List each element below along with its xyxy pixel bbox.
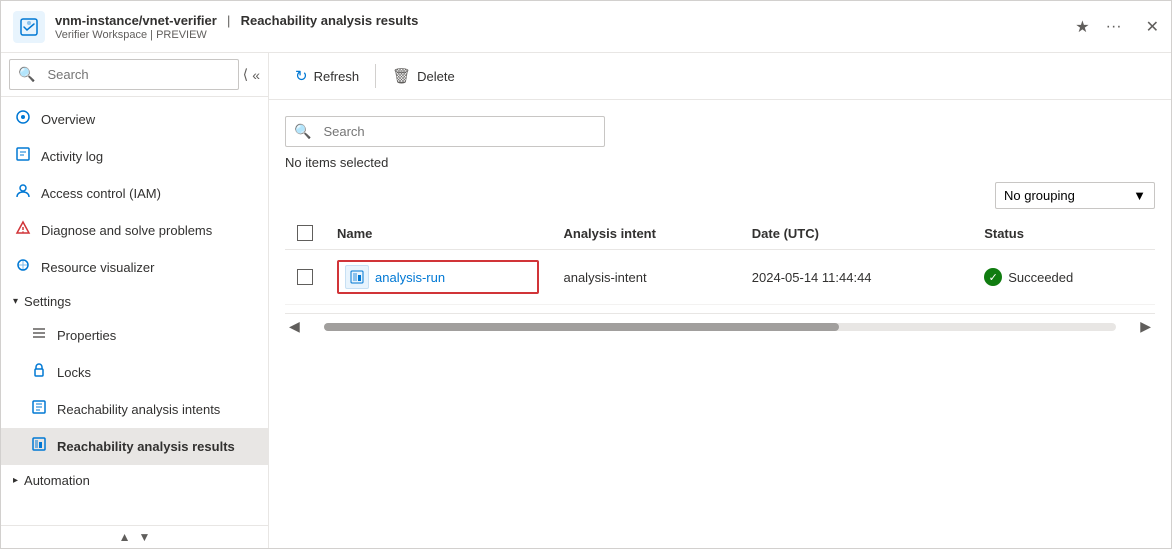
title-subtitle: Verifier Workspace | PREVIEW [55, 29, 418, 41]
app-icon [13, 11, 45, 43]
content-body: 🔍 No items selected No grouping ▼ [269, 100, 1171, 548]
delete-button[interactable]: 🗑 Delete [382, 61, 465, 91]
row-checkbox[interactable] [297, 269, 313, 285]
sidebar-item-properties[interactable]: Properties [1, 317, 268, 354]
toolbar: ↻ Refresh 🗑 Delete [269, 53, 1171, 100]
automation-section-label: Automation [24, 473, 90, 488]
refresh-button[interactable]: ↻ Refresh [285, 61, 369, 91]
close-button[interactable]: ✕ [1146, 17, 1159, 37]
scrollbar-thumb [324, 323, 839, 331]
status-success-icon: ✓ [984, 268, 1002, 286]
toolbar-separator [375, 64, 376, 88]
no-items-selected-text: No items selected [285, 155, 1155, 170]
sidebar-item-reachability-intents[interactable]: Reachability analysis intents [1, 391, 268, 428]
horizontal-scrollbar: ◀ ▶ [285, 313, 1155, 339]
settings-section-header[interactable]: ▾ Settings [1, 286, 268, 317]
settings-section-label: Settings [24, 294, 71, 309]
sidebar-search-icon: 🔍 [10, 60, 43, 89]
table-header-row: Name Analysis intent Date (UTC) Status [285, 217, 1155, 250]
settings-chevron-icon: ▾ [13, 296, 18, 307]
sidebar-item-diagnose[interactable]: Diagnose and solve problems [1, 212, 268, 249]
refresh-icon: ↻ [295, 67, 308, 85]
sidebar-scroll-controls: ▲ ▼ [1, 525, 268, 548]
expand-icon[interactable]: ⟨ [243, 66, 248, 83]
diagnose-icon [13, 220, 33, 241]
sidebar-item-access-control[interactable]: Access control (IAM) [1, 175, 268, 212]
main-layout: 🔍 ⟨ « Overview [1, 53, 1171, 548]
sidebar-item-properties-label: Properties [57, 328, 116, 343]
title-main: vnm-instance/vnet-verifier | Reachabilit… [55, 12, 418, 29]
scroll-left-icon[interactable]: ◀ [285, 318, 304, 335]
sidebar-item-locks[interactable]: Locks [1, 354, 268, 391]
col-header-analysis-intent: Analysis intent [551, 217, 739, 250]
sidebar-item-diagnose-label: Diagnose and solve problems [41, 223, 212, 238]
status-cell-container: ✓ Succeeded [984, 268, 1143, 286]
row-date-cell: 2024-05-14 11:44:44 [740, 250, 972, 305]
reachability-intents-icon [29, 399, 49, 420]
sidebar-item-activity-log[interactable]: Activity log [1, 138, 268, 175]
scroll-down-arrow[interactable]: ▼ [139, 530, 151, 544]
access-control-icon [13, 183, 33, 204]
scroll-up-arrow[interactable]: ▲ [119, 530, 131, 544]
title-left: vnm-instance/vnet-verifier | Reachabilit… [13, 11, 418, 43]
sidebar-item-locks-label: Locks [57, 365, 91, 380]
collapse-sidebar-icon[interactable]: « [252, 67, 260, 83]
title-actions: ★ ··· ✕ [1075, 17, 1159, 37]
refresh-label: Refresh [314, 69, 360, 84]
grouping-select[interactable]: No grouping ▼ [995, 182, 1155, 209]
delete-icon: 🗑 [392, 67, 411, 85]
sidebar-item-overview-label: Overview [41, 112, 95, 127]
sidebar-search-container: 🔍 [9, 59, 239, 90]
scroll-right-icon[interactable]: ▶ [1136, 318, 1155, 335]
sidebar-item-reachability-results-label: Reachability analysis results [57, 439, 235, 454]
col-header-name: Name [325, 217, 551, 250]
row-checkbox-cell [285, 250, 325, 305]
sidebar-item-reachability-results[interactable]: Reachability analysis results [1, 428, 268, 465]
grouping-row: No grouping ▼ [285, 182, 1155, 209]
title-bar: vnm-instance/vnet-verifier | Reachabilit… [1, 1, 1171, 53]
favorite-icon[interactable]: ★ [1075, 17, 1089, 37]
sidebar-item-resource-visualizer[interactable]: Resource visualizer [1, 249, 268, 286]
more-options-icon[interactable]: ··· [1106, 18, 1122, 36]
row-status-cell: ✓ Succeeded [972, 250, 1155, 305]
grouping-label: No grouping [1004, 188, 1075, 203]
delete-label: Delete [417, 69, 455, 84]
content-search-icon: 🔍 [286, 117, 319, 146]
select-all-checkbox[interactable] [297, 225, 313, 241]
sidebar-item-activity-log-label: Activity log [41, 149, 103, 164]
grouping-chevron-icon: ▼ [1133, 188, 1146, 203]
locks-icon [29, 362, 49, 383]
resource-visualizer-icon [13, 257, 33, 278]
row-analysis-intent-cell: analysis-intent [551, 250, 739, 305]
sidebar-item-access-control-label: Access control (IAM) [41, 186, 161, 201]
automation-section-header[interactable]: ▸ Automation [1, 465, 268, 496]
results-table: Name Analysis intent Date (UTC) Status [285, 217, 1155, 305]
content-search-input[interactable] [319, 118, 604, 145]
reachability-results-icon [29, 436, 49, 457]
properties-icon [29, 325, 49, 346]
content-area: ↻ Refresh 🗑 Delete 🔍 No items selected [269, 53, 1171, 548]
sidebar-item-overview[interactable]: Overview [1, 101, 268, 138]
table-row: analysis-run analysis-intent 2024-05-14 … [285, 250, 1155, 305]
row-name-cell: analysis-run [325, 250, 551, 305]
col-header-status: Status [972, 217, 1155, 250]
content-search-container: 🔍 [285, 116, 605, 147]
automation-chevron-icon: ▸ [13, 475, 18, 486]
row-name-icon [345, 265, 369, 289]
title-text: vnm-instance/vnet-verifier | Reachabilit… [55, 12, 418, 41]
sidebar: 🔍 ⟨ « Overview [1, 53, 269, 548]
name-cell-highlighted: analysis-run [337, 260, 539, 294]
sidebar-item-reachability-intents-label: Reachability analysis intents [57, 402, 220, 417]
col-header-checkbox [285, 217, 325, 250]
status-text: Succeeded [1008, 270, 1073, 285]
col-header-date: Date (UTC) [740, 217, 972, 250]
row-name-link[interactable]: analysis-run [375, 270, 445, 285]
sidebar-nav: Overview Activity log Access control (IA… [1, 97, 268, 525]
scrollbar-track[interactable] [324, 323, 1116, 331]
activity-log-icon [13, 146, 33, 167]
app-container: vnm-instance/vnet-verifier | Reachabilit… [0, 0, 1172, 549]
overview-icon [13, 109, 33, 130]
sidebar-item-resource-visualizer-label: Resource visualizer [41, 260, 154, 275]
sidebar-search-input[interactable] [43, 62, 237, 87]
